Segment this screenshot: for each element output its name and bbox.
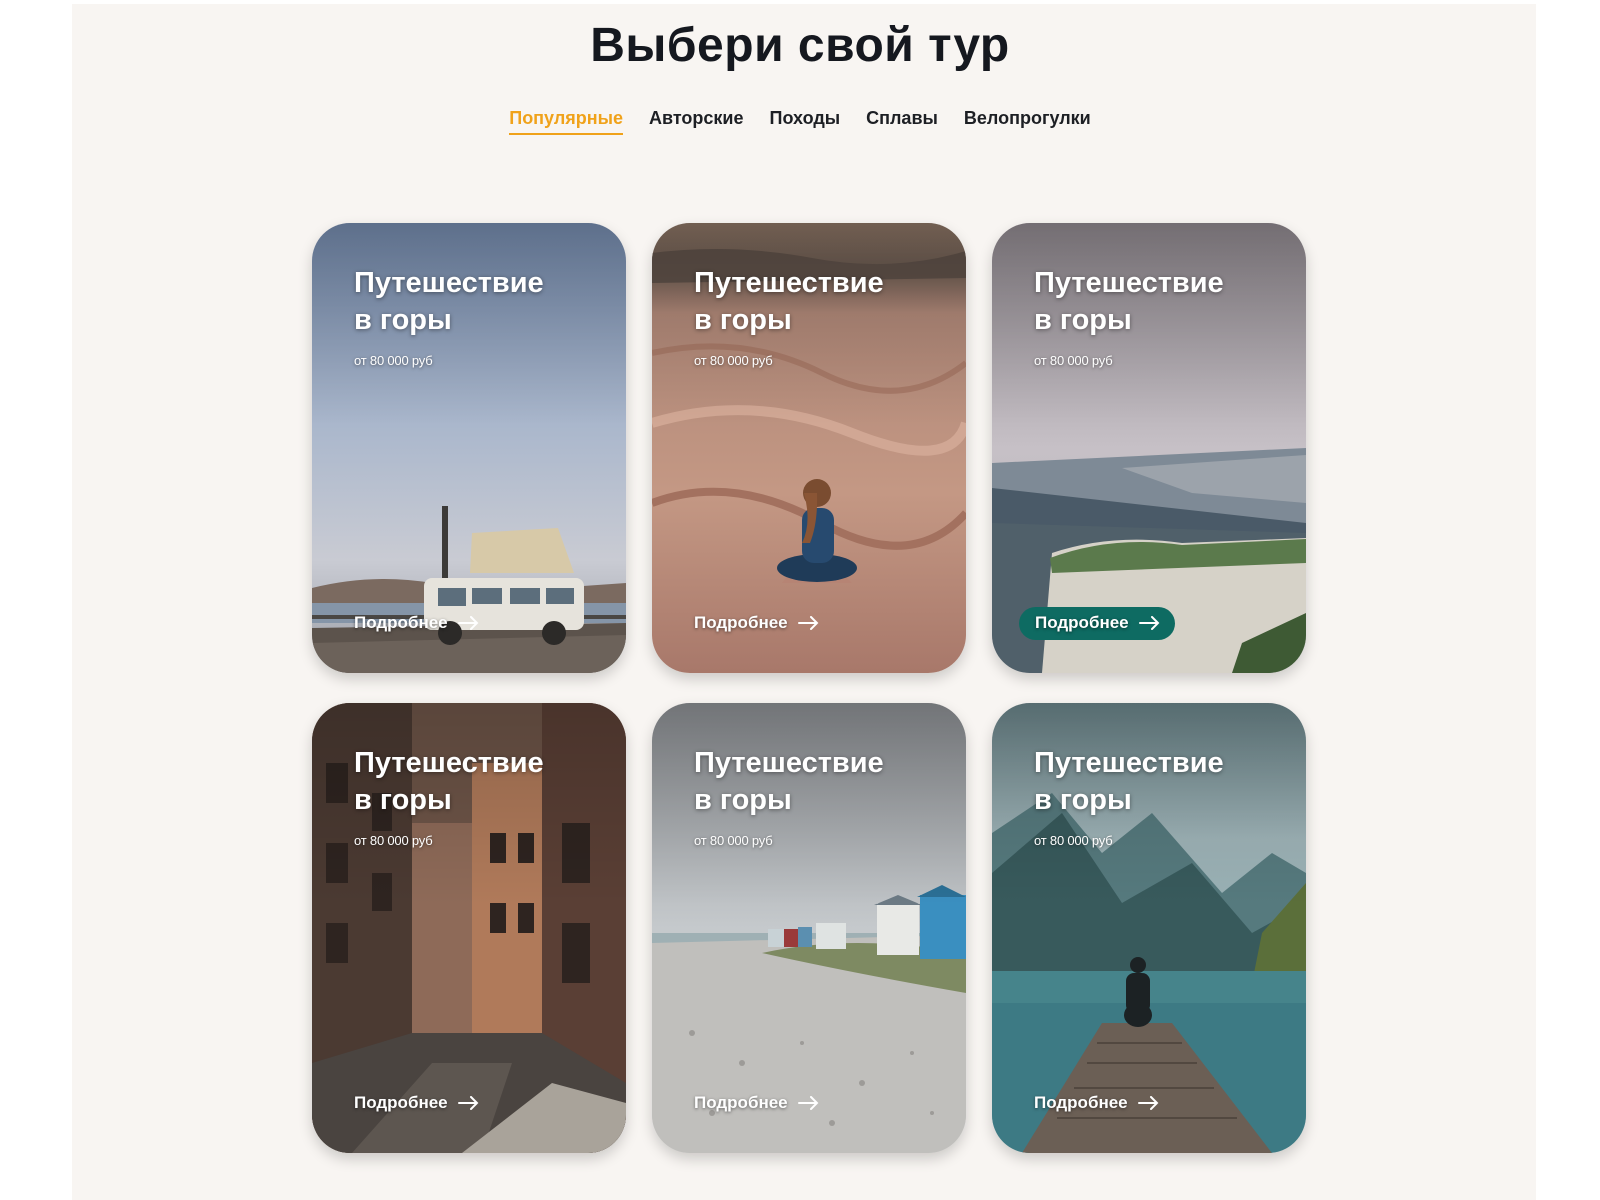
details-link[interactable]: Подробнее <box>694 613 820 633</box>
tour-card[interactable]: Путешествие в горы от 80 000 руб Подробн… <box>312 703 626 1153</box>
card-price: от 80 000 руб <box>694 833 773 848</box>
card-title: Путешествие в горы <box>694 747 884 816</box>
details-label: Подробнее <box>354 613 448 632</box>
card-title: Путешествие в горы <box>1034 267 1224 336</box>
details-link[interactable]: Подробнее <box>1034 1093 1160 1113</box>
details-link[interactable]: Подробнее <box>354 613 480 633</box>
arrow-right-icon <box>457 1096 479 1110</box>
details-label: Подробнее <box>354 1093 448 1112</box>
details-label: Подробнее <box>1035 613 1129 632</box>
tab-popular[interactable]: Популярные <box>509 108 624 135</box>
arrow-right-icon <box>1137 1096 1159 1110</box>
tab-authors[interactable]: Авторские <box>649 108 744 135</box>
arrow-right-icon <box>797 1096 819 1110</box>
page-title: Выбери свой тур <box>590 19 1010 72</box>
tour-card[interactable]: Путешествие в горы от 80 000 руб Подробн… <box>992 223 1306 673</box>
card-price: от 80 000 руб <box>354 353 433 368</box>
tour-category-tabs: Популярные Авторские Походы Сплавы Велоп… <box>0 108 1600 135</box>
tour-card[interactable]: Путешествие в горы от 80 000 руб Подробн… <box>992 703 1306 1153</box>
arrow-right-icon <box>1138 616 1160 630</box>
card-title: Путешествие в горы <box>354 747 544 816</box>
arrow-right-icon <box>797 616 819 630</box>
details-label: Подробнее <box>694 613 788 632</box>
tab-cycling[interactable]: Велопрогулки <box>964 108 1091 135</box>
card-price: от 80 000 руб <box>1034 353 1113 368</box>
tab-hikes[interactable]: Походы <box>770 108 841 135</box>
details-label: Подробнее <box>1034 1093 1128 1112</box>
tab-rafting[interactable]: Сплавы <box>866 108 938 135</box>
tour-card[interactable]: Путешествие в горы от 80 000 руб Подробн… <box>312 223 626 673</box>
card-price: от 80 000 руб <box>694 353 773 368</box>
card-price: от 80 000 руб <box>354 833 433 848</box>
arrow-right-icon <box>457 616 479 630</box>
card-title: Путешествие в горы <box>1034 747 1224 816</box>
details-label: Подробнее <box>694 1093 788 1112</box>
card-title: Путешествие в горы <box>694 267 884 336</box>
tour-card[interactable]: Путешествие в горы от 80 000 руб Подробн… <box>652 223 966 673</box>
details-link[interactable]: Подробнее <box>694 1093 820 1113</box>
card-title: Путешествие в горы <box>354 267 544 336</box>
card-price: от 80 000 руб <box>1034 833 1113 848</box>
tour-card[interactable]: Путешествие в горы от 80 000 руб Подробн… <box>652 703 966 1153</box>
details-button[interactable]: Подробнее <box>1019 607 1175 640</box>
details-link[interactable]: Подробнее <box>354 1093 480 1113</box>
